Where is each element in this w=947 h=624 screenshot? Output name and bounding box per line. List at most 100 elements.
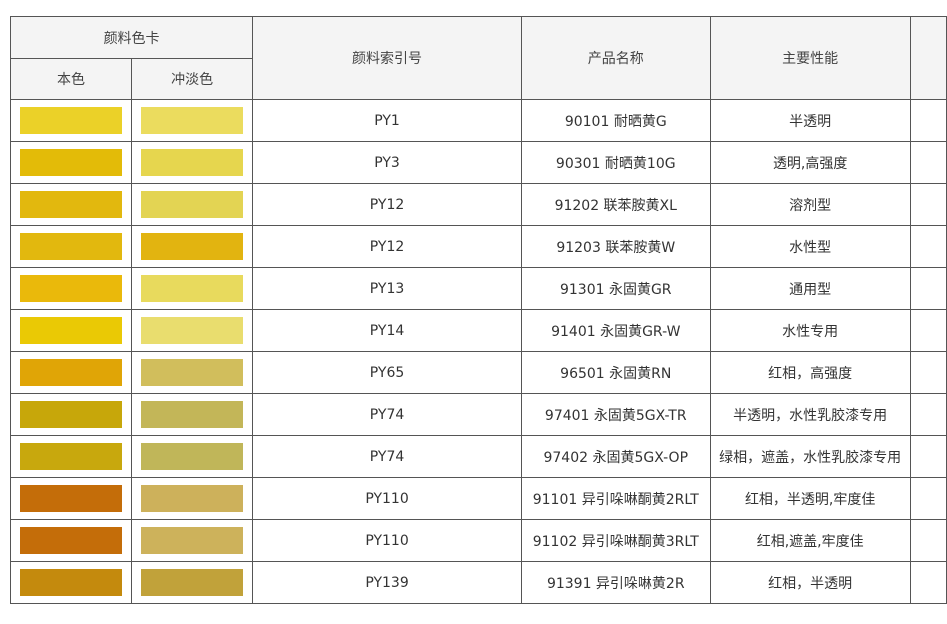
product-name-cell: 91301 永固黄GR [520,267,711,310]
tint-color-cell [131,225,254,268]
product-name-cell: 91101 异引哚啉酮黄2RLT [520,477,711,520]
pigment-index-cell: PY14 [252,309,522,352]
self-color-swatch [20,149,123,176]
product-name-cell: 90101 耐晒黄G [520,99,711,142]
pigment-index-cell: PY12 [252,225,522,268]
tint-color-swatch [141,485,244,512]
self-color-swatch [20,359,123,386]
table-row: PY65 96501 永固黄RN 红相，高强度 [9,351,947,394]
table-row: PY12 91202 联苯胺黄XL 溶剂型 [9,183,947,226]
tint-color-cell [131,141,254,184]
main-property-cell: 红相，高强度 [709,351,911,394]
table-row: PY110 91102 异引哚啉酮黄3RLT 红相,遮盖,牢度佳 [9,519,947,562]
header-tint-color: 冲淡色 [131,58,254,100]
extra-cell [909,351,947,394]
main-property-cell: 水性型 [709,225,911,268]
product-name-cell: 90301 耐晒黄10G [520,141,711,184]
self-color-swatch [20,191,123,218]
main-property-cell: 透明,高强度 [709,141,911,184]
main-property-cell: 红相，半透明 [709,561,911,604]
self-color-cell [9,309,133,352]
tint-color-cell [131,561,254,604]
tint-color-cell [131,183,254,226]
tint-color-swatch [141,149,244,176]
self-color-swatch [20,527,123,554]
self-color-swatch [20,317,123,344]
table-row: PY74 97401 永固黄5GX-TR 半透明，水性乳胶漆专用 [9,393,947,436]
extra-cell [909,435,947,478]
header-pigment-color-card: 颜料色卡 [9,16,254,59]
main-property-cell: 红相,遮盖,牢度佳 [709,519,911,562]
tint-color-swatch [141,569,244,596]
tint-color-swatch [141,359,244,386]
table-row: PY12 91203 联苯胺黄W 水性型 [9,225,947,268]
self-color-swatch [20,569,123,596]
tint-color-cell [131,435,254,478]
table-row: PY1 90101 耐晒黄G 半透明 [9,99,947,142]
extra-cell [909,561,947,604]
self-color-cell [9,477,133,520]
product-name-cell: 91202 联苯胺黄XL [520,183,711,226]
pigment-index-cell: PY13 [252,267,522,310]
main-property-cell: 溶剂型 [709,183,911,226]
tint-color-swatch [141,107,244,134]
self-color-cell [9,561,133,604]
self-color-cell [9,141,133,184]
extra-cell [909,393,947,436]
table-row: PY14 91401 永固黄GR-W 水性专用 [9,309,947,352]
main-property-cell: 绿相，遮盖，水性乳胶漆专用 [709,435,911,478]
self-color-cell [9,351,133,394]
main-property-cell: 半透明，水性乳胶漆专用 [709,393,911,436]
self-color-cell [9,393,133,436]
extra-cell [909,477,947,520]
header-pigment-index: 颜料索引号 [252,16,522,100]
header-self-color: 本色 [9,58,133,100]
product-name-cell: 96501 永固黄RN [520,351,711,394]
self-color-cell [9,435,133,478]
tint-color-cell [131,477,254,520]
extra-cell [909,99,947,142]
table-row: PY3 90301 耐晒黄10G 透明,高强度 [9,141,947,184]
pigment-index-cell: PY110 [252,519,522,562]
pigment-index-cell: PY74 [252,435,522,478]
tint-color-cell [131,309,254,352]
extra-cell [909,225,947,268]
self-color-cell [9,99,133,142]
table-row: PY13 91301 永固黄GR 通用型 [9,267,947,310]
table-row: PY110 91101 异引哚啉酮黄2RLT 红相，半透明,牢度佳 [9,477,947,520]
tint-color-swatch [141,443,244,470]
pigment-index-cell: PY12 [252,183,522,226]
tint-color-swatch [141,401,244,428]
tint-color-swatch [141,317,244,344]
extra-cell [909,519,947,562]
extra-cell [909,141,947,184]
tint-color-cell [131,99,254,142]
self-color-swatch [20,233,123,260]
main-property-cell: 半透明 [709,99,911,142]
extra-cell [909,309,947,352]
tint-color-cell [131,519,254,562]
pigment-index-cell: PY1 [252,99,522,142]
self-color-cell [9,225,133,268]
table-row: PY74 97402 永固黄5GX-OP 绿相，遮盖，水性乳胶漆专用 [9,435,947,478]
pigment-index-cell: PY74 [252,393,522,436]
self-color-swatch [20,485,123,512]
header-product-name: 产品名称 [520,16,711,100]
tint-color-swatch [141,275,244,302]
pigment-index-cell: PY3 [252,141,522,184]
product-name-cell: 91102 异引哚啉酮黄3RLT [520,519,711,562]
product-name-cell: 97401 永固黄5GX-TR [520,393,711,436]
self-color-swatch [20,275,123,302]
tint-color-cell [131,393,254,436]
main-property-cell: 红相，半透明,牢度佳 [709,477,911,520]
self-color-cell [9,183,133,226]
tint-color-swatch [141,233,244,260]
self-color-swatch [20,107,123,134]
self-color-cell [9,519,133,562]
extra-cell [909,267,947,310]
pigment-index-cell: PY65 [252,351,522,394]
header-main-property: 主要性能 [709,16,911,100]
tint-color-cell [131,351,254,394]
main-property-cell: 水性专用 [709,309,911,352]
self-color-cell [9,267,133,310]
